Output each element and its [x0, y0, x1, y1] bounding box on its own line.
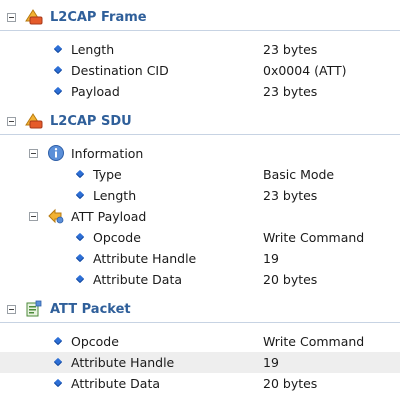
- info-icon: [48, 145, 64, 161]
- tree-row[interactable]: Length 23 bytes: [0, 185, 400, 206]
- group-label: Information: [71, 146, 144, 161]
- row-value: 20 bytes: [263, 376, 318, 391]
- row-label: Type: [93, 167, 122, 182]
- section-title: ATT Packet: [50, 302, 131, 317]
- row-value: 19: [263, 251, 279, 266]
- row-value: 23 bytes: [263, 84, 318, 99]
- section-title: L2CAP SDU: [50, 114, 132, 129]
- field-icon: [53, 86, 63, 96]
- payload-icon: [48, 208, 64, 224]
- field-icon: [75, 169, 85, 179]
- row-label: Attribute Handle: [93, 251, 197, 266]
- field-icon: [53, 65, 63, 75]
- section-l2cap-frame[interactable]: L2CAP Frame: [0, 6, 400, 29]
- row-value: Write Command: [263, 334, 365, 349]
- row-label: Attribute Data: [71, 376, 161, 391]
- frame-icon: [25, 9, 43, 25]
- section-l2cap-sdu[interactable]: L2CAP SDU: [0, 110, 400, 133]
- section-title: L2CAP Frame: [50, 10, 147, 25]
- tree-row[interactable]: Attribute Data 20 bytes: [0, 373, 400, 394]
- tree-group-information[interactable]: Information: [0, 143, 400, 164]
- collapse-toggle[interactable]: [29, 212, 38, 221]
- section-att-packet[interactable]: ATT Packet: [0, 298, 400, 321]
- field-icon: [53, 44, 63, 54]
- field-icon: [75, 253, 85, 263]
- packet-icon: [26, 300, 42, 317]
- row-label: Attribute Data: [93, 272, 183, 287]
- section-divider: [0, 30, 400, 31]
- field-icon: [75, 190, 85, 200]
- row-value: 23 bytes: [263, 188, 318, 203]
- collapse-toggle[interactable]: [7, 13, 16, 22]
- collapse-toggle[interactable]: [7, 305, 16, 314]
- field-icon: [53, 336, 63, 346]
- tree-row[interactable]: Type Basic Mode: [0, 164, 400, 185]
- row-label: Opcode: [93, 230, 141, 245]
- row-value: Write Command: [263, 230, 365, 245]
- tree-row-selected[interactable]: Attribute Handle 19: [0, 352, 400, 373]
- row-value: 20 bytes: [263, 272, 318, 287]
- group-label: ATT Payload: [71, 209, 147, 224]
- row-label: Length: [93, 188, 137, 203]
- row-label: Opcode: [71, 334, 119, 349]
- row-value: Basic Mode: [263, 167, 335, 182]
- collapse-toggle[interactable]: [7, 117, 16, 126]
- row-label: Destination CID: [71, 63, 169, 78]
- collapse-toggle[interactable]: [29, 149, 38, 158]
- field-icon: [75, 274, 85, 284]
- row-value: 19: [263, 355, 279, 370]
- tree-row[interactable]: Payload 23 bytes: [0, 81, 400, 102]
- row-label: Length: [71, 42, 115, 57]
- field-icon: [75, 232, 85, 242]
- tree-group-att-payload[interactable]: ATT Payload: [0, 206, 400, 227]
- tree-row[interactable]: Destination CID 0x0004 (ATT): [0, 60, 400, 81]
- row-label: Attribute Handle: [71, 355, 175, 370]
- field-icon: [53, 357, 63, 367]
- field-icon: [53, 378, 63, 388]
- tree-row[interactable]: Attribute Data 20 bytes: [0, 269, 400, 290]
- row-value: 0x0004 (ATT): [263, 63, 347, 78]
- tree-row[interactable]: Length 23 bytes: [0, 39, 400, 60]
- row-label: Payload: [71, 84, 120, 99]
- sdu-icon: [25, 113, 43, 129]
- row-value: 23 bytes: [263, 42, 318, 57]
- section-divider: [0, 322, 400, 323]
- section-divider: [0, 134, 400, 135]
- tree-row[interactable]: Attribute Handle 19: [0, 248, 400, 269]
- tree-row[interactable]: Opcode Write Command: [0, 227, 400, 248]
- tree-row[interactable]: Opcode Write Command: [0, 331, 400, 352]
